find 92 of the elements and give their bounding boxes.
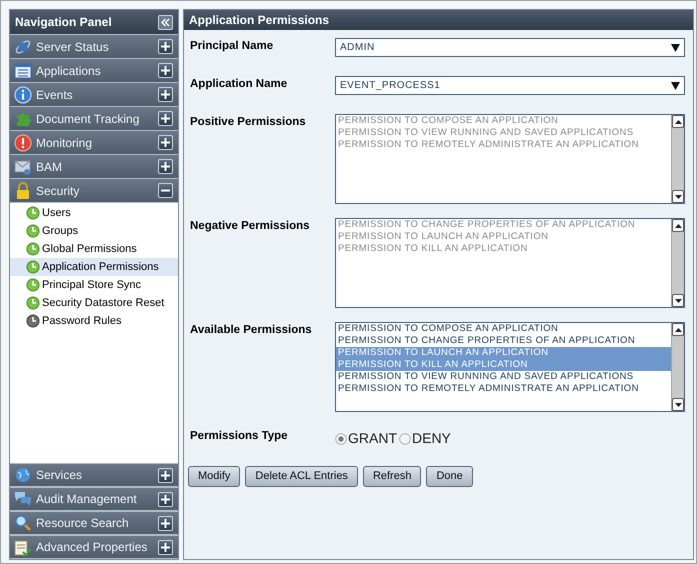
field-label: Application Name xyxy=(190,77,288,92)
action-button[interactable]: Delete ACL Entries xyxy=(245,466,358,487)
down-arrow-icon[interactable] xyxy=(674,194,682,198)
plus-icon xyxy=(161,114,170,123)
dropdown[interactable]: ADMIN xyxy=(335,38,685,57)
clock-icon xyxy=(26,242,40,256)
double-chevron-icon xyxy=(161,18,170,26)
tree-item[interactable]: Security Datastore Reset xyxy=(10,294,178,312)
plus-icon xyxy=(161,66,170,75)
list-option[interactable]: PERMISSION TO REMOTELY ADMINISTRATE AN APPLICATION xyxy=(336,383,671,395)
up-arrow-icon[interactable] xyxy=(674,224,682,228)
list-option[interactable]: PERMISSION TO KILL AN APPLICATION xyxy=(336,359,671,371)
magnifier-icon xyxy=(14,514,32,532)
nav-section-header[interactable]: Events xyxy=(10,83,178,107)
field-label: Permissions Type xyxy=(190,429,289,444)
tree-item[interactable]: Groups xyxy=(10,222,178,240)
plus-icon xyxy=(161,494,170,504)
expand-button[interactable] xyxy=(158,159,173,174)
envelope-icon xyxy=(14,158,32,176)
radio-button-icon[interactable] xyxy=(335,432,347,444)
panel-title: Navigation Panel xyxy=(15,14,112,31)
speech-bubbles-icon xyxy=(14,490,32,508)
down-arrow-icon[interactable] xyxy=(674,298,682,302)
plus-icon xyxy=(161,542,170,552)
list-option[interactable]: PERMISSION TO VIEW RUNNING AND SAVED APPLICATIONS xyxy=(336,371,671,383)
clock-icon xyxy=(26,224,40,238)
radio-option[interactable]: GRANT xyxy=(335,428,397,449)
tree-item[interactable]: Application Permissions xyxy=(10,258,178,276)
planet-icon xyxy=(14,38,32,56)
down-arrow-icon[interactable] xyxy=(674,402,682,406)
content-title: Application Permissions xyxy=(189,12,330,29)
nav-section-header[interactable]: Audit Management xyxy=(10,487,178,511)
up-arrow-icon[interactable] xyxy=(674,120,682,124)
checklist-icon xyxy=(14,538,32,556)
field-label: Negative Permissions xyxy=(190,219,311,234)
action-button[interactable]: Modify xyxy=(188,466,240,487)
globe-icon xyxy=(14,466,32,484)
field-label: Principal Name xyxy=(190,39,274,54)
plus-icon xyxy=(161,470,170,480)
nav-section-header[interactable]: Resource Search xyxy=(10,511,178,535)
clock-icon xyxy=(26,260,40,274)
expand-button[interactable] xyxy=(158,111,173,126)
nav-section-header[interactable]: BAM xyxy=(10,155,178,179)
collapse-button[interactable] xyxy=(158,183,173,198)
collapse-panel-button[interactable] xyxy=(158,14,173,30)
nav-section-header[interactable]: Services xyxy=(10,463,178,487)
radio-option[interactable]: DENY xyxy=(399,428,451,449)
action-button[interactable]: Done xyxy=(426,466,473,487)
nav-section-header[interactable]: Security xyxy=(10,179,178,203)
expand-button[interactable] xyxy=(158,63,173,78)
nav-section-header[interactable]: Server Status xyxy=(10,35,178,59)
dropdown-arrow-icon xyxy=(671,44,680,52)
clock-icon xyxy=(26,278,40,292)
padlock-icon xyxy=(14,182,32,200)
alert-icon xyxy=(14,134,32,152)
nav-section-header[interactable]: Advanced Properties xyxy=(10,535,178,559)
radio-button-icon[interactable] xyxy=(399,432,411,444)
list-option[interactable]: PERMISSION TO COMPOSE AN APPLICATION xyxy=(336,323,671,335)
clock-icon xyxy=(26,206,40,220)
expand-button[interactable] xyxy=(158,39,173,54)
plus-icon xyxy=(161,162,170,171)
permissions-list[interactable] xyxy=(335,322,685,412)
expand-button[interactable] xyxy=(158,87,173,102)
nav-section-header[interactable]: Monitoring xyxy=(10,131,178,155)
nav-section-header[interactable]: Document Tracking xyxy=(10,107,178,131)
dropdown[interactable]: EVENT_PROCESS1 xyxy=(335,76,685,95)
list-option[interactable]: PERMISSION TO CHANGE PROPERTIES OF AN APPLICATION xyxy=(336,335,671,347)
plus-icon xyxy=(161,42,170,51)
list-option[interactable]: PERMISSION TO LAUNCH AN APPLICATION xyxy=(336,347,671,359)
nav-section-header[interactable]: Applications xyxy=(10,59,178,83)
tree-item[interactable]: Principal Store Sync xyxy=(10,276,178,294)
action-button[interactable]: Refresh xyxy=(362,466,422,487)
tree-item[interactable]: Global Permissions xyxy=(10,240,178,258)
clock-icon xyxy=(26,314,40,328)
clock-icon xyxy=(26,296,40,310)
expand-button[interactable] xyxy=(158,468,173,482)
scrollbar[interactable] xyxy=(671,323,684,411)
expand-button[interactable] xyxy=(158,516,173,530)
field-label: Positive Permissions xyxy=(190,115,307,130)
field-label: Available Permissions xyxy=(190,323,313,338)
plus-icon xyxy=(161,518,170,528)
expand-button[interactable] xyxy=(158,135,173,150)
expand-button[interactable] xyxy=(158,492,173,506)
dropdown-arrow-icon xyxy=(671,82,680,90)
info-icon xyxy=(14,86,32,104)
tree-item[interactable]: Password Rules xyxy=(10,312,178,330)
list-icon xyxy=(14,62,32,78)
plus-icon xyxy=(161,138,170,147)
up-arrow-icon[interactable] xyxy=(674,328,682,332)
expand-button[interactable] xyxy=(158,540,173,554)
plus-icon xyxy=(161,90,170,99)
tree-item[interactable]: Users xyxy=(10,204,178,222)
